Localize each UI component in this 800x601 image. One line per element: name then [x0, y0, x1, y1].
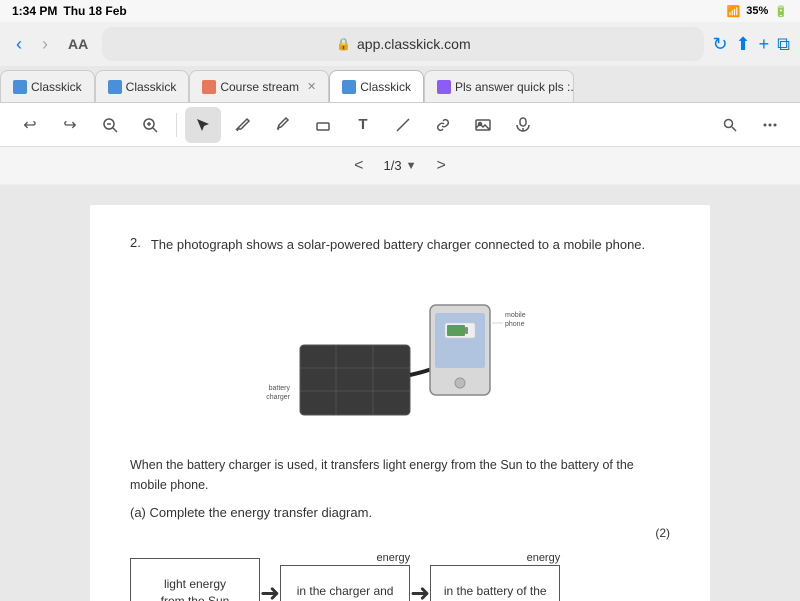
pencil-tool-button[interactable] [265, 107, 301, 143]
toolbar: ↩ ↪ T [0, 103, 800, 147]
address-bar[interactable]: 🔒 app.classkick.com [102, 27, 704, 61]
page-nav: < 1/3 ▼ > [0, 147, 800, 185]
line-tool-button[interactable] [385, 107, 421, 143]
diagram-area: battery charger cable mobile phone [130, 275, 670, 435]
next-page-button[interactable]: > [428, 153, 453, 179]
page-indicator: 1/3 ▼ [384, 158, 417, 173]
tab-classkick-2[interactable]: Classkick [95, 70, 190, 102]
page-content: 2. The photograph shows a solar-powered … [90, 205, 710, 601]
energy-box-2-top-label: energy [376, 552, 410, 564]
energy-box-3: in the battery of the mobile phone [430, 565, 560, 601]
energy-arrow-2: ➜ [410, 579, 430, 601]
svg-text:mobile: mobile [505, 312, 526, 319]
status-date: Thu 18 Feb [63, 4, 126, 18]
nav-actions: ↻ ⬆ + ⧉ [712, 34, 790, 55]
page-current: 1/3 [384, 158, 402, 173]
reader-button[interactable]: AA [62, 32, 94, 56]
solar-charger-diagram: battery charger cable mobile phone [260, 275, 540, 435]
lock-icon: 🔒 [336, 37, 351, 51]
tab-pls-answer[interactable]: Pls answer quick pls :... [424, 70, 574, 102]
tab-favicon-4 [342, 80, 356, 94]
search-button[interactable] [712, 107, 748, 143]
back-button[interactable]: ‹ [10, 30, 28, 59]
tab-classkick-1[interactable]: Classkick [0, 70, 95, 102]
energy-box-3-wrapper: energy in the battery of the mobile phon… [430, 552, 560, 601]
redo-button[interactable]: ↪ [52, 107, 88, 143]
wifi-icon: 📶 [727, 5, 741, 18]
undo-button[interactable]: ↩ [12, 107, 48, 143]
image-tool-button[interactable] [465, 107, 501, 143]
eraser-tool-button[interactable] [305, 107, 341, 143]
more-button[interactable] [752, 107, 788, 143]
tab-label-5: Pls answer quick pls :... [455, 80, 574, 94]
question-2-text: The photograph shows a solar-powered bat… [151, 235, 645, 255]
tab-label-1: Classkick [31, 80, 82, 94]
url-text: app.classkick.com [357, 36, 471, 52]
tab-classkick-3[interactable]: Classkick [329, 70, 424, 102]
energy-box-1-line1: light energy [164, 576, 226, 593]
refresh-button[interactable]: ↻ [712, 34, 727, 55]
tab-label-2: Classkick [126, 80, 177, 94]
link-tool-button[interactable] [425, 107, 461, 143]
tab-close-3[interactable]: ✕ [307, 80, 316, 93]
svg-text:battery: battery [269, 385, 291, 392]
forward-button[interactable]: › [36, 30, 54, 59]
zoom-in-button[interactable] [132, 107, 168, 143]
energy-box-2: in the charger and the cable [280, 565, 410, 601]
zoom-out-button[interactable] [92, 107, 128, 143]
mic-tool-button[interactable] [505, 107, 541, 143]
text-tool-button[interactable]: T [345, 107, 381, 143]
tab-course-stream[interactable]: Course stream ✕ [189, 70, 329, 102]
energy-transfer-diagram: light energy from the Sun ➜ energy in th… [130, 552, 670, 601]
browser-chrome: ‹ › AA 🔒 app.classkick.com ↻ ⬆ + ⧉ Class… [0, 22, 800, 103]
tab-label-3: Course stream [220, 80, 299, 94]
pen-tool-button[interactable] [225, 107, 261, 143]
tab-favicon-3 [202, 80, 216, 94]
cursor-tool-button[interactable] [185, 107, 221, 143]
paragraph-text: When the battery charger is used, it tra… [130, 455, 670, 495]
new-tab-button[interactable]: + [759, 34, 770, 55]
nav-bar: ‹ › AA 🔒 app.classkick.com ↻ ⬆ + ⧉ [0, 22, 800, 66]
sub-question-a: (a) Complete the energy transfer diagram… [130, 505, 670, 520]
tab-favicon-2 [108, 80, 122, 94]
status-bar: 1:34 PM Thu 18 Feb 📶 35% 🔋 [0, 0, 800, 22]
energy-box-3-line1: in the battery of the [444, 583, 547, 600]
svg-text:charger: charger [266, 394, 290, 401]
prev-page-button[interactable]: < [346, 153, 371, 179]
question-number: 2. [130, 235, 141, 255]
energy-box-1: light energy from the Sun [130, 558, 260, 601]
tabs-button[interactable]: ⧉ [777, 34, 790, 55]
svg-text:phone: phone [505, 321, 525, 328]
content-area: 2. The photograph shows a solar-powered … [0, 185, 800, 601]
energy-box-2-wrapper: energy in the charger and the cable [280, 552, 410, 601]
toolbar-separator-1 [176, 113, 177, 137]
battery-level: 35% [746, 5, 768, 17]
tab-favicon-5 [437, 80, 451, 94]
tab-label-4: Classkick [360, 80, 411, 94]
question-2: 2. The photograph shows a solar-powered … [130, 235, 670, 255]
energy-box-2-line1: in the charger and [297, 583, 394, 600]
energy-arrow-1: ➜ [260, 579, 280, 601]
share-button[interactable]: ⬆ [736, 34, 751, 55]
energy-box-3-top-label: energy [527, 552, 561, 564]
page-dropdown-button[interactable]: ▼ [406, 160, 417, 172]
tab-favicon-1 [13, 80, 27, 94]
status-time: 1:34 PM [12, 4, 57, 18]
tabs-bar: Classkick Classkick Course stream ✕ Clas… [0, 66, 800, 102]
score-label: (2) [655, 526, 670, 540]
battery-icon: 🔋 [774, 5, 788, 18]
